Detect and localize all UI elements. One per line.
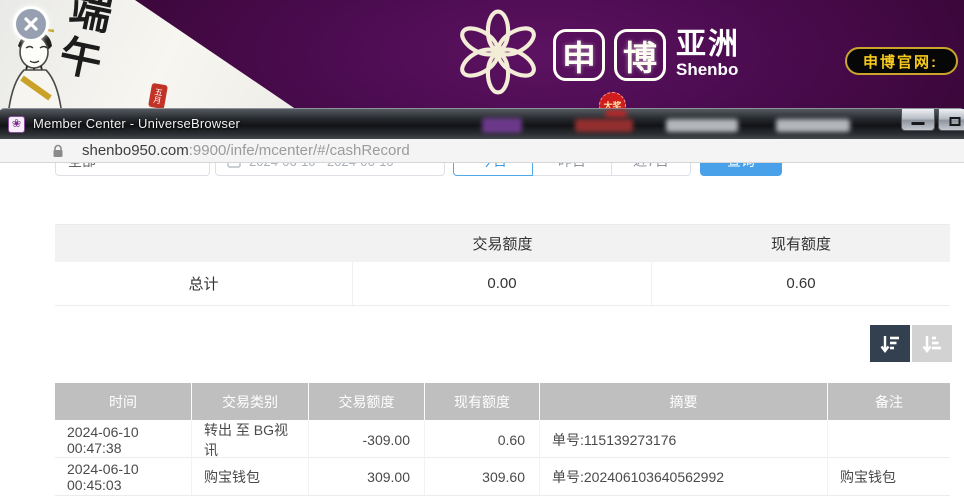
summary-header-balance: 现有额度 xyxy=(770,236,831,253)
official-site-link[interactable]: 申博官网: xyxy=(845,47,958,75)
festival-title: 端午 xyxy=(48,0,117,89)
records-table: 时间 交易类别 交易额度 现有额度 摘要 备注 2024-06-10 00:47… xyxy=(55,383,950,496)
col-header-category: 交易类别 xyxy=(192,383,309,420)
summary-table: 交易额度 现有额度 总计 0.00 0.60 xyxy=(55,224,950,306)
maximize-button[interactable] xyxy=(938,109,964,131)
minimize-button[interactable] xyxy=(901,109,935,131)
summary-header-row: 交易额度 现有额度 xyxy=(55,224,950,262)
sort-descending-button[interactable] xyxy=(870,325,910,362)
brand-logo: 申 博 亚洲 Shenbo xyxy=(452,6,740,98)
window-title: Member Center - UniverseBrowser xyxy=(33,116,241,131)
summary-total-label: 总计 xyxy=(55,262,353,305)
sort-ascending-button[interactable] xyxy=(912,325,952,362)
url-path: :9900/infe/mcenter/#/cashRecord xyxy=(188,142,410,159)
cell-note xyxy=(828,420,950,460)
col-header-note: 备注 xyxy=(875,393,903,410)
summary-total-row: 总计 0.00 0.60 xyxy=(55,262,950,306)
blurred-nav-item xyxy=(575,119,633,132)
cell-time: 2024-06-10 00:45:03 xyxy=(55,458,192,495)
summary-total-amount: 0.00 xyxy=(353,262,652,305)
blurred-nav-item xyxy=(605,110,627,117)
table-row: 2024-06-10 00:47:38 转出 至 BG视讯 -309.00 0.… xyxy=(55,420,950,460)
summary-header-amount: 交易额度 xyxy=(472,236,533,253)
address-bar[interactable]: shenbo950.com:9900/infe/mcenter/#/cashRe… xyxy=(0,139,964,163)
cell-summary: 单号:202406103640562992 xyxy=(540,458,828,495)
cell-summary: 单号:115139273176 xyxy=(540,420,828,460)
minimize-icon xyxy=(911,122,925,125)
cell-balance: 0.60 xyxy=(425,420,540,460)
col-header-summary: 摘要 xyxy=(540,383,828,420)
logo-char-bo: 博 xyxy=(614,29,666,81)
table-row: 2024-06-10 00:45:03 购宝钱包 309.00 309.60 单… xyxy=(55,458,950,496)
blurred-nav-item xyxy=(482,118,522,133)
cell-amount: -309.00 xyxy=(309,420,425,460)
festival-seal: 五月 xyxy=(148,82,168,110)
summary-header-empty xyxy=(55,225,353,262)
maximize-icon xyxy=(949,117,961,126)
col-header-amount: 交易额度 xyxy=(309,383,425,420)
cell-note: 购宝钱包 xyxy=(840,468,896,485)
col-header-balance: 现有额度 xyxy=(425,383,540,420)
records-header-row: 时间 交易类别 交易额度 现有额度 摘要 备注 xyxy=(55,383,950,420)
blurred-nav-item xyxy=(666,119,738,132)
sort-descending-icon xyxy=(880,335,899,353)
col-header-time: 时间 xyxy=(55,383,192,420)
browser-titlebar: Member Center - UniverseBrowser xyxy=(0,108,964,139)
sort-ascending-icon xyxy=(922,335,941,353)
logo-en: Shenbo xyxy=(676,59,739,79)
url-host: shenbo950.com xyxy=(82,142,189,159)
screen: 申 博 亚洲 Shenbo 大奖 申博官网: 端午 五月 ❀ Member Ce… xyxy=(0,0,964,503)
flower-logo-icon xyxy=(460,9,536,95)
close-icon xyxy=(24,17,38,31)
cell-time: 2024-06-10 00:47:38 xyxy=(55,420,192,460)
blurred-nav-item xyxy=(776,119,850,132)
cell-category: 购宝钱包 xyxy=(192,458,309,495)
cell-balance: 309.60 xyxy=(425,458,540,495)
sort-controls xyxy=(870,325,952,362)
logo-region: 亚洲 xyxy=(676,27,740,61)
lock-icon xyxy=(53,144,63,157)
logo-char-shen: 申 xyxy=(553,29,605,81)
url-text: shenbo950.com:9900/infe/mcenter/#/cashRe… xyxy=(82,142,410,159)
popup-close-button[interactable] xyxy=(13,6,49,42)
summary-total-balance: 0.60 xyxy=(786,275,816,292)
cell-category: 转出 至 BG视讯 xyxy=(192,420,309,460)
browser-favicon-flower-icon xyxy=(8,116,25,133)
cell-amount: 309.00 xyxy=(309,458,425,495)
logo-text: 亚洲 Shenbo xyxy=(676,27,740,79)
